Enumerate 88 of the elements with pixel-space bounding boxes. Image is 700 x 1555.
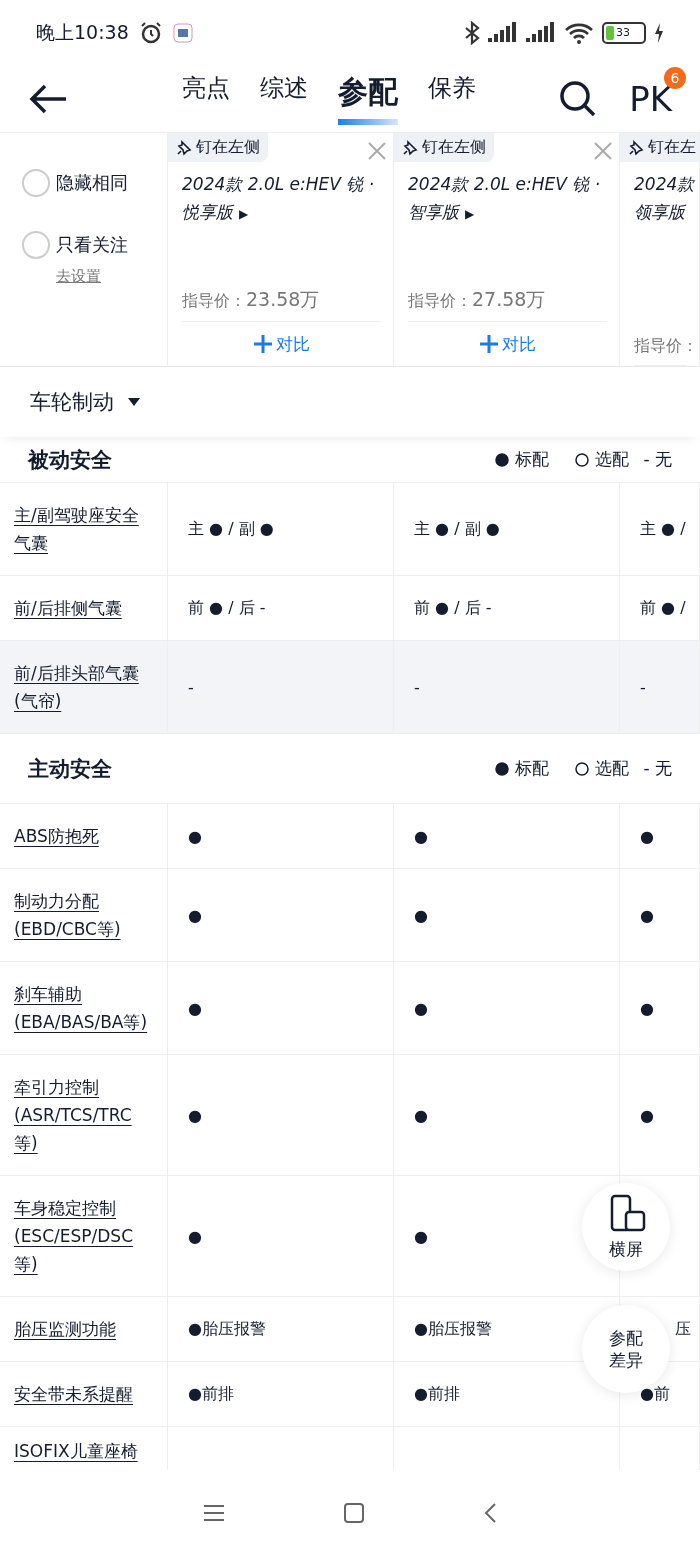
spec-value: ●	[640, 1105, 654, 1125]
filled-dot-icon	[495, 452, 510, 467]
home-icon[interactable]	[344, 1502, 364, 1523]
spec-value: ●	[188, 998, 202, 1018]
spec-value: ●	[640, 826, 654, 846]
spec-value: ●	[414, 826, 428, 846]
signal-icon	[488, 21, 518, 44]
nav-tab[interactable]: 综述	[259, 72, 308, 125]
hollow-dot-icon	[575, 452, 590, 467]
spec-label[interactable]: 胎压监测功能	[14, 1315, 116, 1343]
spec-label[interactable]: 刹车辅助(EBA/BAS/BA等)	[14, 980, 155, 1036]
back-icon[interactable]	[484, 1502, 496, 1523]
spec-value: ●前排	[414, 1383, 460, 1405]
wifi-icon	[564, 21, 594, 44]
spec-value: 前 ● / 后 -	[414, 597, 492, 619]
spec-value: -	[188, 677, 194, 697]
hollow-dot-icon	[575, 761, 590, 776]
spec-value: 主 ● / 副 ●	[414, 518, 500, 540]
spec-label[interactable]: 牵引力控制(ASR/TCS/TRC等)	[14, 1073, 155, 1157]
car-model-name[interactable]: 2024款 领享版	[634, 170, 699, 226]
charging-icon	[654, 22, 664, 43]
filter-checkbox[interactable]: 只看关注	[22, 231, 167, 259]
legend-label: 标配	[515, 448, 550, 471]
spec-value: ●	[188, 1226, 202, 1246]
guide-price: 指导价：23.58万	[182, 287, 381, 322]
nav-tab[interactable]: 亮点	[181, 72, 230, 125]
car-model-name[interactable]: 2024款 2.0L e:HEV 锐 · 智享版 ▶	[408, 170, 619, 228]
status-time: 晚上10:38	[36, 19, 129, 45]
legend-label: - 无	[643, 448, 672, 471]
filled-dot-icon	[495, 761, 510, 776]
app-notification-icon	[172, 22, 193, 43]
settings-link[interactable]: 去设置	[56, 267, 101, 286]
spec-label[interactable]: ABS防抱死	[14, 822, 99, 850]
spec-value: ●	[640, 905, 654, 925]
pin-left-button[interactable]: 钉在左侧	[168, 133, 268, 162]
spec-value: 前 ● /	[640, 597, 686, 619]
signal-icon	[526, 21, 556, 44]
menu-icon[interactable]	[204, 1504, 224, 1521]
compare-button[interactable]: 对比	[408, 322, 607, 366]
spec-value: 主 ● /	[640, 518, 686, 540]
search-icon[interactable]	[559, 79, 598, 118]
spec-value: 主 ● / 副 ●	[188, 518, 274, 540]
spec-label[interactable]: 安全带未系提醒	[14, 1380, 133, 1408]
guide-price: 指导价：27.58万	[408, 287, 607, 322]
spec-label[interactable]: 前/后排侧气囊	[14, 594, 122, 622]
back-arrow-icon[interactable]	[28, 82, 68, 115]
spec-value: ●	[414, 905, 428, 925]
category-dropdown[interactable]: 车轮制动	[30, 388, 114, 416]
compare-button[interactable]: 对比	[182, 322, 381, 366]
pin-icon	[628, 139, 644, 156]
pin-left-button[interactable]: 钉在左	[620, 133, 699, 162]
battery-icon: 33	[602, 21, 646, 44]
section-title: 被动安全	[28, 446, 112, 474]
spec-value: 压	[675, 1318, 691, 1340]
legend-label: 标配	[515, 757, 550, 780]
dropdown-caret-icon	[128, 398, 140, 406]
legend-label: - 无	[643, 757, 672, 780]
spec-value: -	[414, 677, 420, 697]
legend-label: 选配	[595, 448, 630, 471]
spec-value: ●	[414, 1105, 428, 1125]
nav-tab[interactable]: 保养	[427, 72, 476, 125]
pin-icon	[176, 139, 192, 156]
bluetooth-icon	[464, 20, 480, 45]
spec-value: ●	[414, 1226, 428, 1246]
spec-value: ●胎压报警	[188, 1318, 266, 1340]
plus-icon	[479, 335, 498, 353]
spec-value: ●	[414, 998, 428, 1018]
legend-label: 选配	[595, 757, 630, 780]
spec-value: ●	[188, 826, 202, 846]
pin-icon	[402, 139, 418, 156]
nav-tab[interactable]: 参配	[337, 72, 398, 125]
spec-value: ●前排	[188, 1383, 234, 1405]
spec-value: -	[640, 677, 646, 697]
spec-value: ●胎压报警	[414, 1318, 492, 1340]
spec-label[interactable]: 主/副驾驶座安全气囊	[14, 501, 155, 557]
filter-checkbox[interactable]: 隐藏相同	[22, 169, 167, 197]
spec-label[interactable]: 前/后排头部气囊(气帘)	[14, 659, 155, 715]
spec-value: 前 ● / 后 -	[188, 597, 266, 619]
pin-left-button[interactable]: 钉在左侧	[394, 133, 494, 162]
spec-value: ●	[188, 905, 202, 925]
plus-icon	[253, 335, 272, 353]
car-model-name[interactable]: 2024款 2.0L e:HEV 锐 · 悦享版 ▶	[182, 170, 393, 228]
spec-value: ●	[188, 1105, 202, 1125]
section-title: 主动安全	[28, 755, 112, 783]
spec-value: ●	[640, 998, 654, 1018]
spec-label[interactable]: ISOFIX儿童座椅	[14, 1437, 138, 1465]
spec-label[interactable]: 制动力分配(EBD/CBC等)	[14, 887, 155, 943]
spec-label[interactable]: 车身稳定控制(ESC/ESP/DSC等)	[14, 1194, 155, 1278]
